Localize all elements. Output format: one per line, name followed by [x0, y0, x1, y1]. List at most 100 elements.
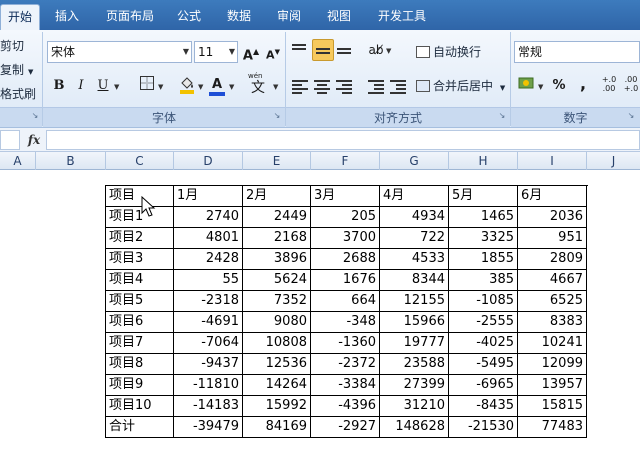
chevron-down-icon[interactable]: ▼: [273, 83, 278, 91]
align-right-button[interactable]: [336, 78, 354, 94]
table-cell[interactable]: 19777: [380, 333, 449, 354]
table-cell[interactable]: -11810: [174, 375, 243, 396]
table-cell[interactable]: 664: [311, 291, 380, 312]
tab-view[interactable]: 视图: [320, 4, 358, 30]
tab-page-layout[interactable]: 页面布局: [98, 4, 162, 30]
table-cell[interactable]: 4667: [518, 270, 587, 291]
column-header-b[interactable]: B: [36, 152, 106, 170]
table-header-cell[interactable]: 项目: [106, 186, 174, 207]
table-cell[interactable]: -14183: [174, 396, 243, 417]
table-header-cell[interactable]: 5月: [449, 186, 518, 207]
column-header-g[interactable]: G: [380, 152, 449, 170]
increase-indent-button[interactable]: [390, 78, 408, 94]
tab-home[interactable]: 开始: [0, 4, 40, 30]
table-cell[interactable]: -9437: [174, 354, 243, 375]
orientation-button[interactable]: ab̸: [365, 39, 387, 61]
table-row-label[interactable]: 项目6: [106, 312, 174, 333]
table-cell[interactable]: 9080: [243, 312, 311, 333]
column-header-i[interactable]: I: [518, 152, 587, 170]
table-cell[interactable]: 55: [174, 270, 243, 291]
decrease-decimal-button[interactable]: .00 +.0: [622, 75, 640, 97]
table-cell[interactable]: 2449: [243, 207, 311, 228]
table-cell[interactable]: -2555: [449, 312, 518, 333]
table-cell[interactable]: 4934: [380, 207, 449, 228]
chevron-down-icon[interactable]: ▼: [198, 83, 203, 91]
underline-button[interactable]: U: [92, 75, 114, 97]
table-cell[interactable]: -2318: [174, 291, 243, 312]
clipboard-dialog-launcher-icon[interactable]: ↘: [30, 111, 40, 121]
table-cell[interactable]: 5624: [243, 270, 311, 291]
table-cell[interactable]: 10808: [243, 333, 311, 354]
align-left-button[interactable]: [292, 78, 310, 94]
font-name-combo[interactable]: 宋体 ▼: [47, 41, 192, 63]
accounting-format-button[interactable]: [516, 75, 538, 97]
number-format-combo[interactable]: 常规: [514, 41, 640, 63]
align-center-button[interactable]: [314, 78, 332, 94]
decrease-indent-button[interactable]: [368, 78, 386, 94]
table-cell[interactable]: 23588: [380, 354, 449, 375]
table-cell[interactable]: 3700: [311, 228, 380, 249]
column-header-e[interactable]: E: [243, 152, 311, 170]
table-cell[interactable]: 6525: [518, 291, 587, 312]
table-cell[interactable]: 2740: [174, 207, 243, 228]
table-cell[interactable]: -6965: [449, 375, 518, 396]
table-cell[interactable]: 14264: [243, 375, 311, 396]
table-cell[interactable]: 2168: [243, 228, 311, 249]
table-cell[interactable]: 77483: [518, 417, 587, 438]
table-row-label[interactable]: 项目5: [106, 291, 174, 312]
table-row-label[interactable]: 项目10: [106, 396, 174, 417]
table-cell[interactable]: 722: [380, 228, 449, 249]
wrap-text-button[interactable]: 自动换行: [416, 43, 481, 60]
table-cell[interactable]: 2809: [518, 249, 587, 270]
table-cell[interactable]: 8344: [380, 270, 449, 291]
table-cell[interactable]: 12536: [243, 354, 311, 375]
shrink-font-button[interactable]: A▼: [262, 41, 284, 63]
table-row-label[interactable]: 项目8: [106, 354, 174, 375]
tab-insert[interactable]: 插入: [48, 4, 86, 30]
table-row-label[interactable]: 项目1: [106, 207, 174, 228]
column-header-h[interactable]: H: [449, 152, 518, 170]
table-cell[interactable]: 3896: [243, 249, 311, 270]
table-cell[interactable]: 385: [449, 270, 518, 291]
tab-formulas[interactable]: 公式: [170, 4, 208, 30]
table-cell[interactable]: -8435: [449, 396, 518, 417]
table-cell[interactable]: 2036: [518, 207, 587, 228]
table-cell[interactable]: 15966: [380, 312, 449, 333]
table-cell[interactable]: -5495: [449, 354, 518, 375]
table-cell[interactable]: -3384: [311, 375, 380, 396]
font-dialog-launcher-icon[interactable]: ↘: [272, 111, 282, 121]
table-cell[interactable]: -4691: [174, 312, 243, 333]
table-cell[interactable]: 3325: [449, 228, 518, 249]
table-cell[interactable]: -1360: [311, 333, 380, 354]
table-row-label[interactable]: 项目9: [106, 375, 174, 396]
column-header-a[interactable]: A: [0, 152, 36, 170]
cut-button[interactable]: 剪切: [0, 37, 24, 54]
table-cell[interactable]: 13957: [518, 375, 587, 396]
table-cell[interactable]: -2927: [311, 417, 380, 438]
align-top-button[interactable]: [292, 42, 310, 58]
copy-button[interactable]: 复制 ▼: [0, 61, 33, 78]
table-cell[interactable]: 1676: [311, 270, 380, 291]
align-bottom-button[interactable]: [337, 46, 355, 62]
table-cell[interactable]: -1085: [449, 291, 518, 312]
table-row-label[interactable]: 项目4: [106, 270, 174, 291]
table-header-cell[interactable]: 4月: [380, 186, 449, 207]
table-cell[interactable]: 31210: [380, 396, 449, 417]
table-cell[interactable]: 84169: [243, 417, 311, 438]
table-cell[interactable]: 951: [518, 228, 587, 249]
table-cell[interactable]: 205: [311, 207, 380, 228]
number-dialog-launcher-icon[interactable]: ↘: [626, 111, 636, 121]
table-row-label[interactable]: 项目2: [106, 228, 174, 249]
table-cell[interactable]: 7352: [243, 291, 311, 312]
column-header-c[interactable]: C: [106, 152, 174, 170]
format-painter-button[interactable]: 格式刷: [0, 85, 36, 102]
font-color-button[interactable]: A: [206, 74, 228, 96]
increase-decimal-button[interactable]: +.0 .00: [598, 75, 620, 97]
table-cell[interactable]: 27399: [380, 375, 449, 396]
table-cell[interactable]: 2428: [174, 249, 243, 270]
italic-button[interactable]: I: [70, 75, 92, 97]
table-row-label[interactable]: 合计: [106, 417, 174, 438]
table-header-cell[interactable]: 6月: [518, 186, 587, 207]
font-size-combo[interactable]: 11 ▼: [194, 41, 238, 63]
column-header-f[interactable]: F: [311, 152, 380, 170]
